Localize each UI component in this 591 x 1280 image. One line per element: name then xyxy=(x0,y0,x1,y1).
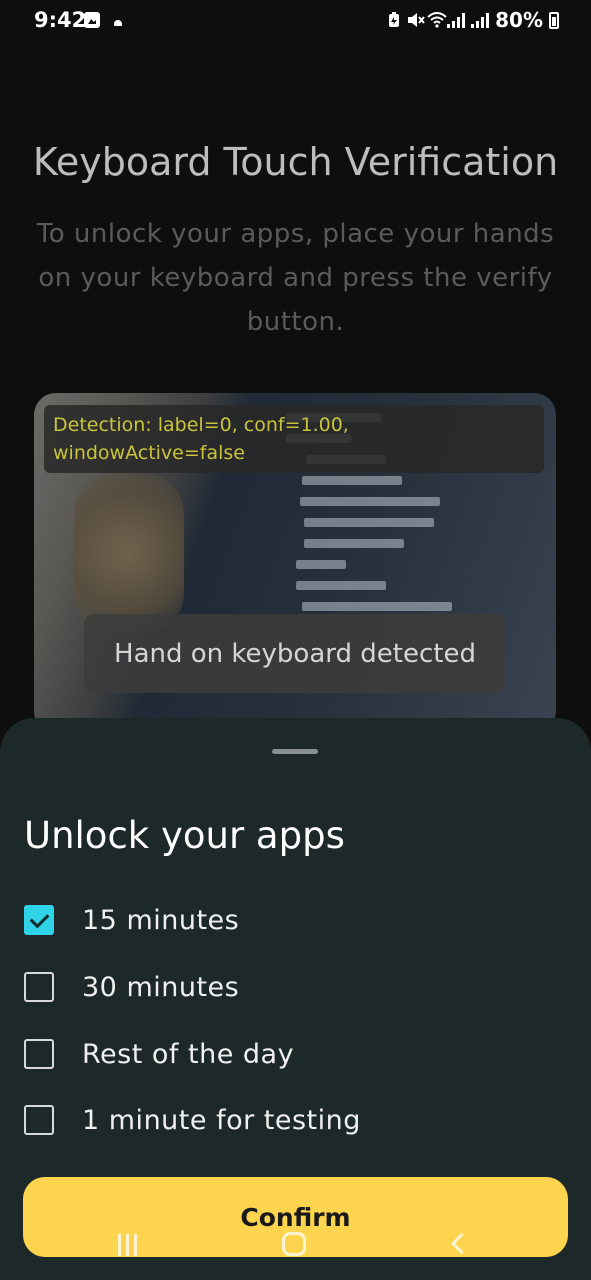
checkbox-icon[interactable] xyxy=(24,1039,54,1069)
unlock-bottom-sheet: Unlock your apps 15 minutes 30 minutes R… xyxy=(0,718,591,1280)
option-label: 15 minutes xyxy=(82,904,240,936)
recent-apps-icon[interactable] xyxy=(118,1234,137,1256)
checkbox-icon[interactable] xyxy=(24,1105,54,1135)
hand-status-pill: Hand on keyboard detected xyxy=(84,614,506,693)
notification-dot-icon xyxy=(114,20,122,26)
option-rest-of-day[interactable]: Rest of the day xyxy=(24,1034,294,1074)
preview-background xyxy=(74,473,184,633)
option-label: 30 minutes xyxy=(82,971,240,1003)
navigation-bar xyxy=(0,1220,591,1280)
image-icon xyxy=(84,12,100,28)
sheet-title: Unlock your apps xyxy=(24,814,345,857)
page-title: Keyboard Touch Verification xyxy=(32,140,559,184)
status-right-icons: 80% xyxy=(387,8,559,32)
battery-percentage: 80% xyxy=(495,8,543,32)
wifi-icon xyxy=(427,12,447,28)
option-1-minute-testing[interactable]: 1 minute for testing xyxy=(24,1100,361,1140)
page-subtitle: To unlock your apps, place your hands on… xyxy=(36,219,555,337)
mute-icon xyxy=(407,12,425,28)
detection-text: Detection: label=0, conf=1.00, windowAct… xyxy=(53,414,349,464)
checkbox-icon[interactable] xyxy=(24,972,54,1002)
back-icon[interactable] xyxy=(450,1232,473,1255)
option-30-minutes[interactable]: 30 minutes xyxy=(24,967,239,1007)
home-icon[interactable] xyxy=(282,1232,306,1256)
battery-saver-icon xyxy=(387,12,401,28)
battery-icon xyxy=(549,11,559,29)
status-time: 9:42 xyxy=(34,8,87,32)
drag-handle[interactable] xyxy=(272,749,318,754)
status-bar: 9:42 80% xyxy=(0,0,591,44)
detection-overlay: Detection: label=0, conf=1.00, windowAct… xyxy=(44,405,544,473)
signal-icon xyxy=(471,12,490,28)
option-label: Rest of the day xyxy=(82,1038,295,1070)
signal-icon xyxy=(447,12,466,28)
option-label: 1 minute for testing xyxy=(82,1104,361,1136)
camera-preview: Detection: label=0, conf=1.00, windowAct… xyxy=(34,393,556,733)
status-left-icons xyxy=(84,12,122,28)
checkbox-checked-icon[interactable] xyxy=(24,905,54,935)
option-15-minutes[interactable]: 15 minutes xyxy=(24,900,239,940)
